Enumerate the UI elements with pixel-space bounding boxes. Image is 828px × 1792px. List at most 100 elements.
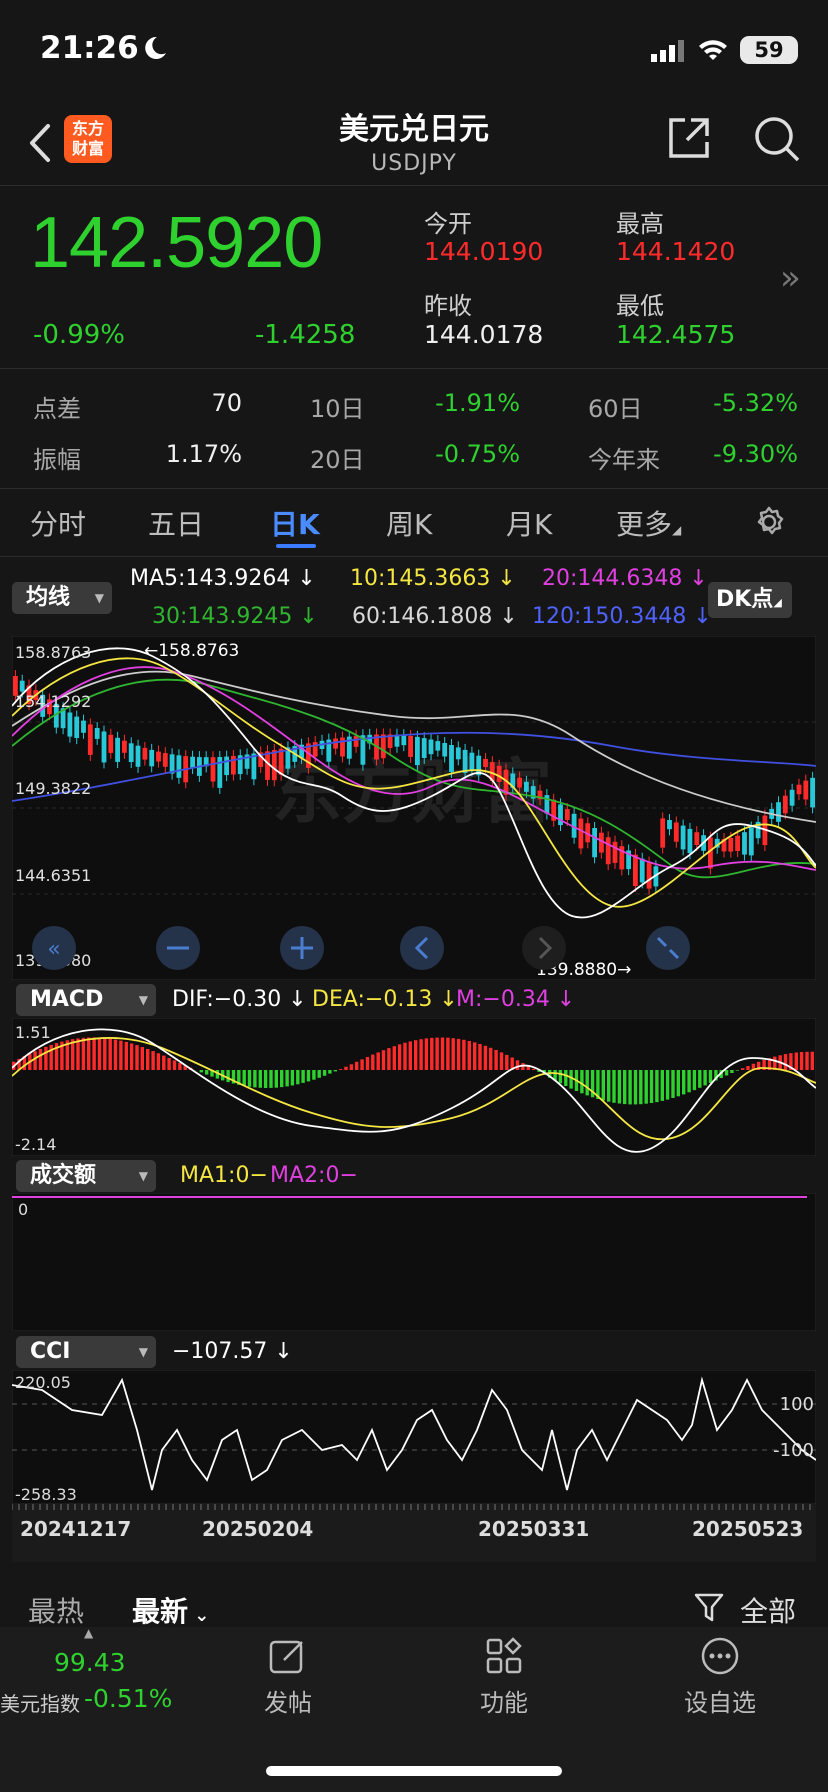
filter-icon[interactable] (694, 1592, 724, 1624)
macd-bar (113, 1039, 118, 1070)
macd-bar (355, 1061, 359, 1070)
share-icon[interactable] (665, 114, 713, 162)
macd-bar (564, 1070, 568, 1086)
macd-bar (103, 1038, 107, 1070)
macd-bar (306, 1070, 311, 1082)
search-icon[interactable] (752, 114, 802, 164)
active-tab-indicator (276, 544, 316, 548)
index-name[interactable]: 美元指数 (0, 1688, 80, 1717)
macd-bar (424, 1038, 429, 1070)
nav-post[interactable]: 发帖 (228, 1683, 348, 1718)
nav-add-watchlist[interactable]: 设自选 (660, 1683, 780, 1718)
macd-bar (371, 1054, 375, 1070)
y-label-4: 144.6351 (15, 866, 91, 885)
macd-bar (328, 1070, 332, 1074)
stat-60d-value: -5.32% (713, 389, 798, 417)
macd-bar (167, 1058, 171, 1070)
macd-bar (617, 1070, 622, 1104)
macd-bar (467, 1041, 471, 1070)
moon-icon (145, 36, 166, 59)
macd-bar (162, 1055, 166, 1070)
macd-bar (708, 1070, 713, 1083)
tab-more[interactable]: 更多◢ (616, 503, 681, 543)
tab-weekly-k[interactable]: 周K (386, 503, 432, 543)
tab-five-day[interactable]: 五日 (148, 503, 204, 543)
open-value: 144.0190 (424, 237, 544, 266)
current-price: 142.5920 (30, 203, 323, 283)
kline-chart[interactable]: 东方财富 158.8763 154.1292 149.3822 144.6351… (12, 636, 816, 980)
chevron-right-icon[interactable]: » (780, 258, 801, 298)
change-percent: -0.99% (33, 320, 125, 350)
macd-bar (430, 1037, 434, 1070)
indicator-selector-volume[interactable]: 成交额 ▼ (16, 1160, 156, 1192)
macd-bar (456, 1038, 461, 1070)
low-label: 最低 (616, 292, 664, 320)
tab-intraday[interactable]: 分时 (30, 503, 86, 543)
macd-bar (473, 1042, 477, 1070)
nav-functions[interactable]: 功能 (444, 1683, 564, 1718)
indicator-selector-cci[interactable]: CCI ▼ (16, 1336, 156, 1368)
indicator-selector-ma[interactable]: 均线 ▼ (12, 582, 112, 614)
macd-bar (124, 1041, 128, 1070)
stat-10d-label: 10日 (310, 395, 365, 423)
ma120-value: 120:150.3448 ↓ (532, 604, 712, 629)
page-title: 美元兑日元 (339, 112, 489, 147)
macd-bar (623, 1070, 627, 1105)
macd-bar (515, 1060, 520, 1070)
macd-bar (151, 1051, 155, 1070)
macd-bar (414, 1040, 418, 1070)
scroll-right-button (522, 926, 566, 970)
macd-bar (483, 1045, 488, 1070)
macd-bar (258, 1070, 262, 1088)
stat-20d-value: -0.75% (435, 440, 520, 468)
tab-monthly-k[interactable]: 月K (506, 503, 552, 543)
macd-bar (301, 1070, 305, 1083)
macd-bar (462, 1039, 466, 1070)
index-value[interactable]: 99.43 (54, 1648, 126, 1677)
date-label-4: 20250523 (692, 1517, 803, 1541)
macd-m: M:−0.34 ↓ (456, 987, 576, 1012)
app-logo: 东方 财富 (64, 115, 112, 163)
tab-daily-k[interactable]: 日K (270, 503, 320, 543)
macd-bar (735, 1070, 739, 1071)
cci-level-upper: 100 (780, 1394, 814, 1415)
macd-bar (558, 1070, 563, 1084)
volume-ma2: MA2:0− (270, 1163, 358, 1188)
back-arrow-icon[interactable] (24, 118, 60, 168)
stat-60d-label: 60日 (588, 395, 643, 423)
more-options-icon[interactable] (700, 1636, 740, 1676)
ma30-value: 30:143.9245 ↓ (152, 604, 318, 629)
high-value: 144.1420 (616, 237, 736, 266)
svg-text:«: « (47, 937, 60, 962)
macd-bar (135, 1045, 139, 1070)
tab-latest[interactable]: 最新 ⌄ (132, 1590, 209, 1630)
battery-indicator: 59 (740, 36, 798, 64)
macd-dif: DIF:−0.30 ↓ (172, 987, 307, 1012)
macd-bar (44, 1046, 48, 1070)
macd-bar (146, 1049, 150, 1070)
macd-bar (440, 1037, 445, 1070)
tab-hot[interactable]: 最热 (28, 1590, 84, 1630)
macd-bar (580, 1070, 584, 1094)
dk-point-button[interactable]: DK点◢ (708, 582, 792, 618)
functions-icon[interactable] (484, 1636, 524, 1676)
macd-bar (601, 1070, 605, 1101)
index-change[interactable]: -0.51% (84, 1684, 172, 1713)
filter-all[interactable]: 全部 (740, 1590, 796, 1630)
macd-bar (494, 1050, 498, 1070)
macd-bar (607, 1070, 611, 1102)
macd-bar (639, 1070, 643, 1105)
macd-bar (478, 1044, 482, 1070)
macd-bar (108, 1038, 112, 1070)
macd-bar (312, 1070, 316, 1080)
macd-bar (81, 1037, 86, 1070)
indicator-selector-macd[interactable]: MACD ▼ (16, 984, 156, 1016)
post-icon[interactable] (268, 1636, 308, 1676)
macd-bar (381, 1050, 386, 1070)
macd-bar (376, 1052, 380, 1070)
macd-bar (408, 1041, 412, 1070)
ma20-value: 20:144.6348 ↓ (542, 566, 708, 591)
reset-view-button (646, 926, 690, 970)
macd-bar (344, 1066, 348, 1070)
settings-gear-icon[interactable] (752, 505, 786, 539)
